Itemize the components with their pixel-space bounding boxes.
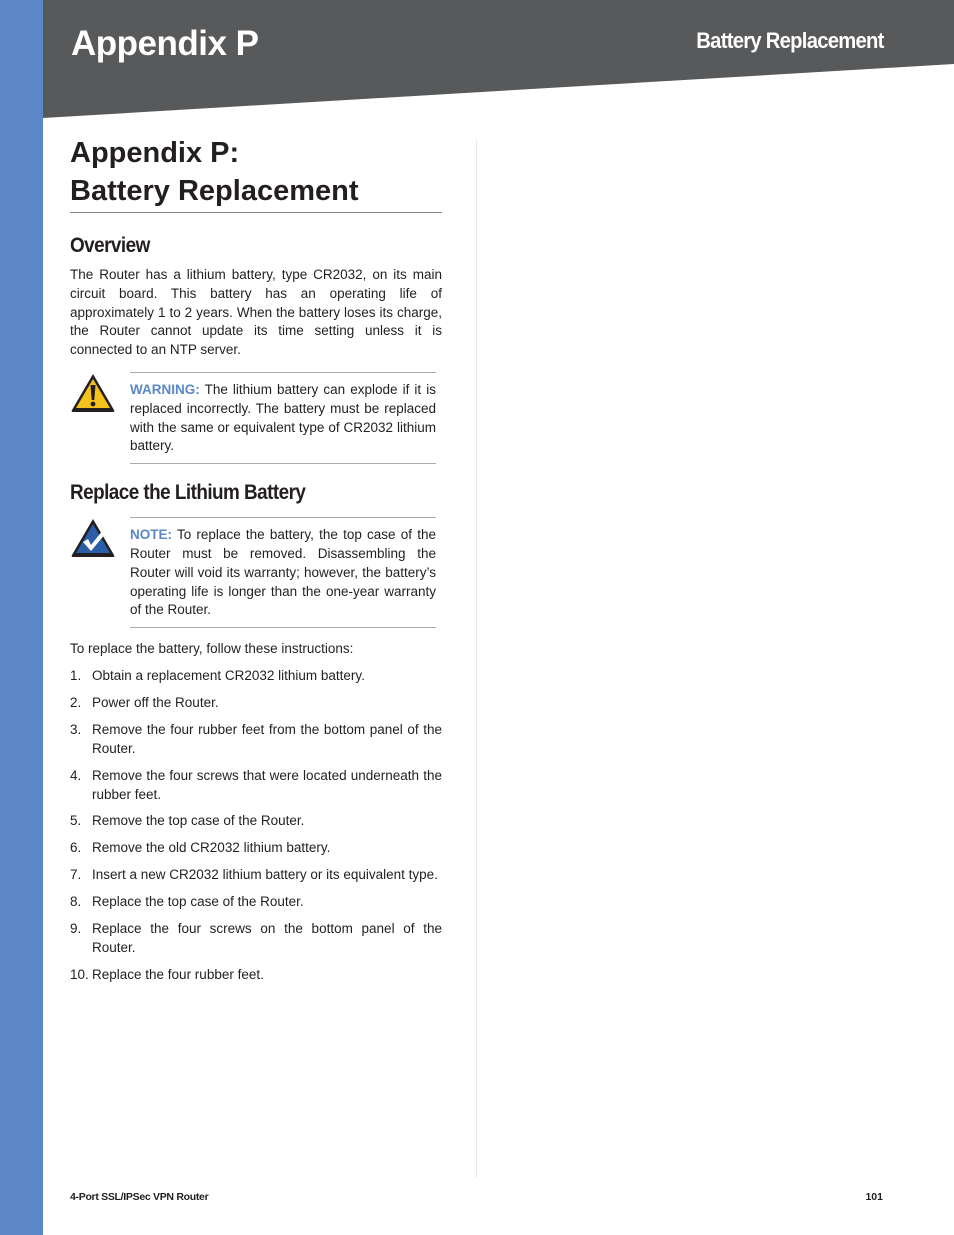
step-number: 10.: [70, 967, 89, 983]
step-number: 6.: [70, 840, 82, 856]
overview-paragraph: The Router has a lithium battery, type C…: [70, 267, 442, 358]
step-text: Obtain a replacement CR2032 lithium batt…: [92, 667, 365, 683]
step-number: 5.: [70, 813, 82, 829]
step-text: Remove the four rubber feet from the bot…: [92, 721, 442, 756]
left-accent-strip: [0, 0, 43, 1235]
page-title: Appendix P: Battery Replacement: [70, 134, 442, 213]
main-column: Appendix P: Battery Replacement Overview…: [70, 134, 442, 993]
step-number: 4.: [70, 767, 82, 783]
step-number: 2.: [70, 694, 82, 710]
step-item: 1. Obtain a replacement CR2032 lithium ba…: [70, 667, 442, 686]
overview-heading: Overview: [70, 234, 150, 257]
warning-text: WARNING: The lithium battery can explode…: [130, 371, 436, 465]
step-item: 8. Replace the top case of the Router.: [70, 893, 442, 912]
step-text: Power off the Router.: [92, 694, 219, 710]
step-number: 9.: [70, 921, 82, 937]
step-text: Remove the top case of the Router.: [92, 813, 305, 829]
step-text: Replace the four rubber feet.: [92, 967, 264, 983]
note-callout: NOTE: To replace the battery, the top ca…: [70, 517, 442, 629]
steps-list: 1. Obtain a replacement CR2032 lithium ba…: [70, 667, 442, 985]
column-divider: [476, 140, 477, 1178]
footer-product-name: 4-Port SSL/IPSec VPN Router: [70, 1191, 209, 1203]
warning-triangle-icon: [71, 373, 115, 412]
page-title-line2: Battery Replacement: [70, 175, 359, 207]
step-item: 5. Remove the top case of the Router.: [70, 812, 442, 831]
page-title-line1: Appendix P:: [70, 137, 240, 169]
step-number: 1.: [70, 667, 82, 683]
section-title: Battery Replacement: [696, 28, 885, 53]
step-number: 3.: [70, 721, 82, 737]
step-item: 10. Replace the four rubber feet.: [70, 966, 442, 985]
step-item: 6. Remove the old CR2032 lithium battery.: [70, 839, 442, 858]
note-text: NOTE: To replace the battery, the top ca…: [130, 517, 436, 629]
step-text: Replace the top case of the Router.: [92, 894, 304, 910]
step-text: Insert a new CR2032 lithium battery or i…: [92, 867, 438, 883]
step-item: 2. Power off the Router.: [70, 694, 442, 713]
checkmark-triangle-icon: [71, 519, 115, 558]
step-text: Remove the four screws that were located…: [92, 767, 442, 802]
note-body: To replace the battery, the top case of …: [130, 527, 436, 618]
instructions-intro: To replace the battery, follow these ins…: [70, 641, 354, 657]
step-item: 7. Insert a new CR2032 lithium battery or…: [70, 866, 442, 885]
step-text: Replace the four screws on the bottom pa…: [92, 921, 442, 956]
step-item: 9. Replace the four screws on the bottom …: [70, 920, 442, 958]
footer-page-number: 101: [865, 1191, 883, 1203]
note-label: NOTE:: [130, 527, 172, 543]
step-number: 8.: [70, 894, 82, 910]
warning-label: WARNING:: [130, 381, 200, 397]
step-item: 4. Remove the four screws that were locat…: [70, 767, 442, 805]
chapter-title: Appendix P: [71, 24, 259, 63]
replace-battery-heading: Replace the Lithium Battery: [70, 481, 306, 505]
step-item: 3. Remove the four rubber feet from the b…: [70, 721, 442, 759]
warning-callout: WARNING: The lithium battery can explode…: [70, 371, 442, 465]
step-number: 7.: [70, 867, 82, 883]
step-text: Remove the old CR2032 lithium battery.: [92, 840, 331, 856]
